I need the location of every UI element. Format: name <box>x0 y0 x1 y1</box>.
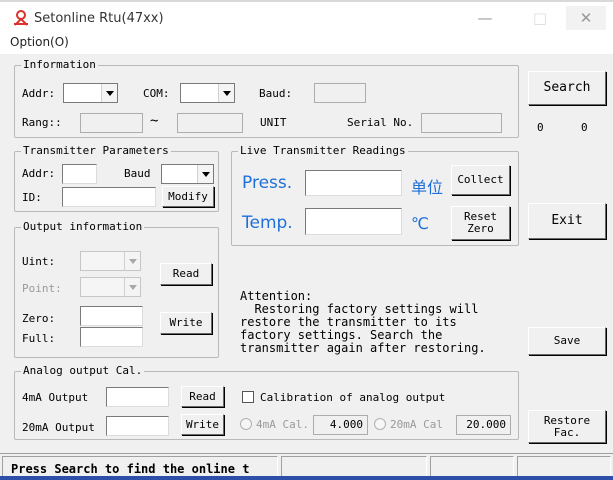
window-title: Setonline Rtu(47xx) <box>34 11 164 26</box>
rang-min-field <box>80 113 143 133</box>
save-button[interactable]: Save <box>528 327 606 355</box>
maximize-button[interactable]: □ <box>520 6 560 30</box>
cal4-label: 4mA Cal. <box>256 418 309 431</box>
close-button[interactable]: ✕ <box>566 6 606 30</box>
live-readings-legend: Live Transmitter Readings <box>238 144 408 158</box>
out4-label: 4mA Output <box>22 391 89 404</box>
cal4-radio[interactable] <box>240 418 252 430</box>
menu-bar: Option(O) <box>0 32 613 54</box>
analog-write-button[interactable]: Write <box>181 414 224 435</box>
baud-display <box>314 83 366 103</box>
chevron-down-icon <box>197 165 213 183</box>
analog-read-button[interactable]: Read <box>181 386 224 407</box>
addr-select[interactable] <box>63 83 118 103</box>
search-button[interactable]: Search <box>528 71 606 105</box>
uint-label: Uint: <box>22 255 56 268</box>
analog-output-legend: Analog output Cal. <box>21 364 145 378</box>
range-tilde: ~ <box>150 113 159 129</box>
output-write-button[interactable]: Write <box>160 312 212 334</box>
com-label: COM: <box>143 87 170 100</box>
full-input[interactable] <box>80 327 143 347</box>
param-id-label: ID: <box>22 191 42 204</box>
out20-input[interactable] <box>106 416 169 436</box>
cal20-value-field: 20.000 <box>456 415 511 435</box>
cal20-value: 20.000 <box>466 418 506 431</box>
chevron-down-icon <box>101 84 117 102</box>
param-baud-label: Baud <box>124 167 151 180</box>
cal4-value-field: 4.000 <box>313 415 368 435</box>
found-count-left: 0 <box>537 121 544 134</box>
zero-label: Zero: <box>22 312 56 325</box>
output-read-button[interactable]: Read <box>160 263 212 285</box>
cal4-value: 4.000 <box>329 418 363 431</box>
status-panel-2 <box>281 456 427 478</box>
status-text: Press Search to find the online t <box>11 462 250 476</box>
exit-button[interactable]: Exit <box>528 203 606 239</box>
app-window: Setonline Rtu(47xx) — □ ✕ Option(O) Info… <box>0 0 613 480</box>
rang-label: Rang:: <box>22 116 62 129</box>
cal20-radio[interactable] <box>374 418 386 430</box>
calibration-checkbox[interactable] <box>242 391 254 403</box>
transmitter-parameters-legend: Transmitter Parameters <box>21 144 171 158</box>
chevron-down-icon <box>124 278 140 296</box>
serial-number-field <box>421 113 502 133</box>
minimize-button[interactable]: — <box>465 6 505 30</box>
restore-factory-button[interactable]: Restore Fac. <box>528 410 606 443</box>
serial-label: Serial No. <box>347 116 414 129</box>
point-select <box>80 277 141 297</box>
temperature-label: Temp. <box>242 213 293 233</box>
calibration-checkbox-label: Calibration of analog output <box>260 391 446 404</box>
param-addr-input[interactable] <box>62 164 97 184</box>
full-label: Full: <box>22 332 56 345</box>
status-panel-4 <box>517 456 611 478</box>
pressure-label: Press. <box>242 173 293 193</box>
out4-input[interactable] <box>106 387 169 407</box>
collect-button[interactable]: Collect <box>451 165 510 195</box>
information-legend: Information <box>21 58 98 72</box>
chevron-down-icon <box>218 84 234 102</box>
rang-max-field <box>177 113 243 133</box>
baud-label: Baud: <box>259 87 293 100</box>
output-information-legend: Output information <box>21 220 145 234</box>
cal20-label: 20mA Cal <box>390 418 443 431</box>
pressure-value-field <box>305 170 402 196</box>
uint-select <box>80 251 141 271</box>
reset-zero-button[interactable]: Reset Zero <box>451 206 510 240</box>
attention-text: Attention: Restoring factory settings wi… <box>240 289 486 355</box>
found-count-right: 0 <box>581 121 588 134</box>
zero-input[interactable] <box>80 306 143 326</box>
param-addr-label: Addr: <box>22 167 56 180</box>
app-logo-icon <box>14 10 28 26</box>
pressure-unit: 单位 <box>411 178 444 197</box>
unit-label: UNIT <box>260 116 287 129</box>
temperature-value-field <box>305 208 402 235</box>
menu-option[interactable]: Option(O) <box>10 35 69 49</box>
taskbar-strip <box>0 476 613 480</box>
temperature-unit: ℃ <box>411 214 429 233</box>
param-id-input[interactable] <box>62 187 156 207</box>
modify-button[interactable]: Modify <box>162 186 214 207</box>
chevron-down-icon <box>124 252 140 270</box>
param-baud-select[interactable] <box>161 164 214 184</box>
com-select[interactable] <box>180 83 235 103</box>
out20-label: 20mA Output <box>22 421 95 434</box>
status-panel-3 <box>430 456 514 478</box>
addr-label: Addr: <box>22 87 56 100</box>
point-label: Point: <box>22 282 62 295</box>
title-bar: Setonline Rtu(47xx) — □ ✕ <box>0 2 613 32</box>
status-panel-main: Press Search to find the online t <box>2 456 278 478</box>
